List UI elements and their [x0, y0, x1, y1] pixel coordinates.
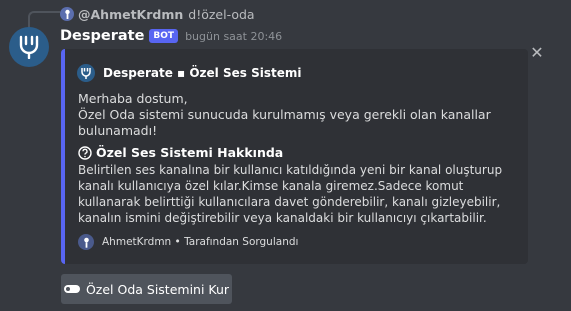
- embed-field-value: Belirtilen ses kanalına bir kullanıcı ka…: [78, 163, 503, 225]
- setup-button-label: Özel Oda Sistemini Kur: [85, 281, 230, 297]
- footer-text: AhmetKrdmn • Tarafından Sorgulandı: [102, 236, 299, 248]
- embed-description: Merhaba dostum, Özel Oda sistemi sunucud…: [78, 91, 518, 139]
- close-icon[interactable]: ✕: [530, 45, 544, 61]
- embed-field-name: Özel Ses Sistemi Hakkında: [78, 145, 283, 160]
- embed-footer: AhmetKrdmn • Tarafından Sorgulandı: [78, 234, 298, 250]
- plug-icon: [77, 64, 95, 82]
- question-icon: [78, 145, 92, 160]
- description-line: Merhaba dostum,: [78, 91, 188, 106]
- reply-command: d!özel-oda: [188, 6, 255, 22]
- embed-author: Desperate ▪ Özel Ses Sistemi: [77, 64, 301, 82]
- message-timestamp: bugün saat 20:46: [185, 29, 283, 43]
- embed: Desperate ▪ Özel Ses Sistemi Merhaba dos…: [61, 49, 528, 264]
- reply-preview[interactable]: @AhmetKrdmn d!özel-oda: [60, 5, 255, 23]
- reply-avatar: [60, 7, 74, 21]
- description-line: Özel Oda sistemi sunucuda kurulmamış vey…: [78, 107, 491, 138]
- reply-author[interactable]: @AhmetKrdmn: [78, 7, 183, 22]
- bot-avatar[interactable]: [9, 27, 49, 67]
- toggle-icon: [63, 285, 80, 293]
- bot-tag: BOT: [149, 29, 179, 43]
- field-title: Özel Ses Sistemi Hakkında: [96, 145, 284, 160]
- embed-author-name: Desperate ▪ Özel Ses Sistemi: [103, 66, 302, 80]
- plug-icon: [19, 35, 39, 59]
- message-header: Desperate BOT bugün saat 20:46: [60, 26, 282, 46]
- footer-avatar: [78, 234, 94, 250]
- setup-private-room-button[interactable]: Özel Oda Sistemini Kur: [61, 274, 232, 304]
- bot-username[interactable]: Desperate: [60, 28, 144, 44]
